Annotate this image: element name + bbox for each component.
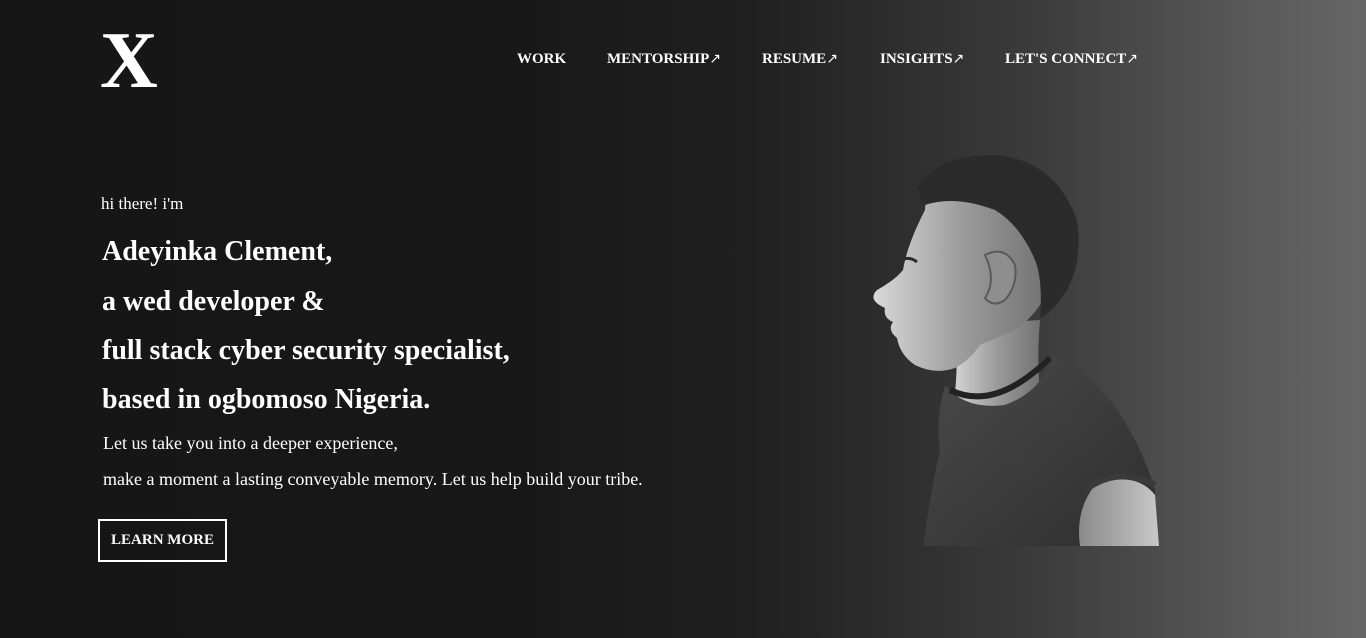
headline-line-1: Adeyinka Clement,: [102, 236, 333, 267]
nav-link-lets-connect[interactable]: LET'S CONNECT↗: [1005, 51, 1138, 68]
nav-label: RESUME: [762, 51, 827, 67]
site-logo[interactable]: X: [100, 21, 158, 101]
nav-link-insights[interactable]: INSIGHTS↗: [880, 51, 964, 68]
nav-link-work[interactable]: WORK: [517, 51, 566, 68]
subtext-line-1: Let us take you into a deeper experience…: [103, 433, 398, 453]
external-arrow-icon: ↗: [1126, 51, 1139, 67]
profile-photo: [873, 155, 1159, 546]
headline-line-3: full stack cyber security specialist,: [102, 335, 510, 366]
nav-link-mentorship[interactable]: MENTORSHIP↗: [607, 51, 721, 68]
learn-more-button[interactable]: LEARN MORE: [98, 519, 227, 562]
nav-label: LET'S CONNECT: [1005, 51, 1127, 67]
nav-link-resume[interactable]: RESUME↗: [762, 51, 838, 68]
headline-line-2: a wed developer &: [102, 286, 325, 317]
external-arrow-icon: ↗: [952, 51, 965, 67]
nav-label: INSIGHTS: [880, 51, 953, 67]
nav-label: WORK: [517, 51, 567, 67]
external-arrow-icon: ↗: [826, 51, 838, 67]
subtext-line-2: make a moment a lasting conveyable memor…: [103, 469, 643, 489]
external-arrow-icon: ↗: [709, 51, 721, 67]
headline-line-4: based in ogbomoso Nigeria.: [102, 384, 431, 415]
nav-label: MENTORSHIP: [607, 51, 710, 67]
intro-text: hi there! i'm: [101, 194, 184, 213]
